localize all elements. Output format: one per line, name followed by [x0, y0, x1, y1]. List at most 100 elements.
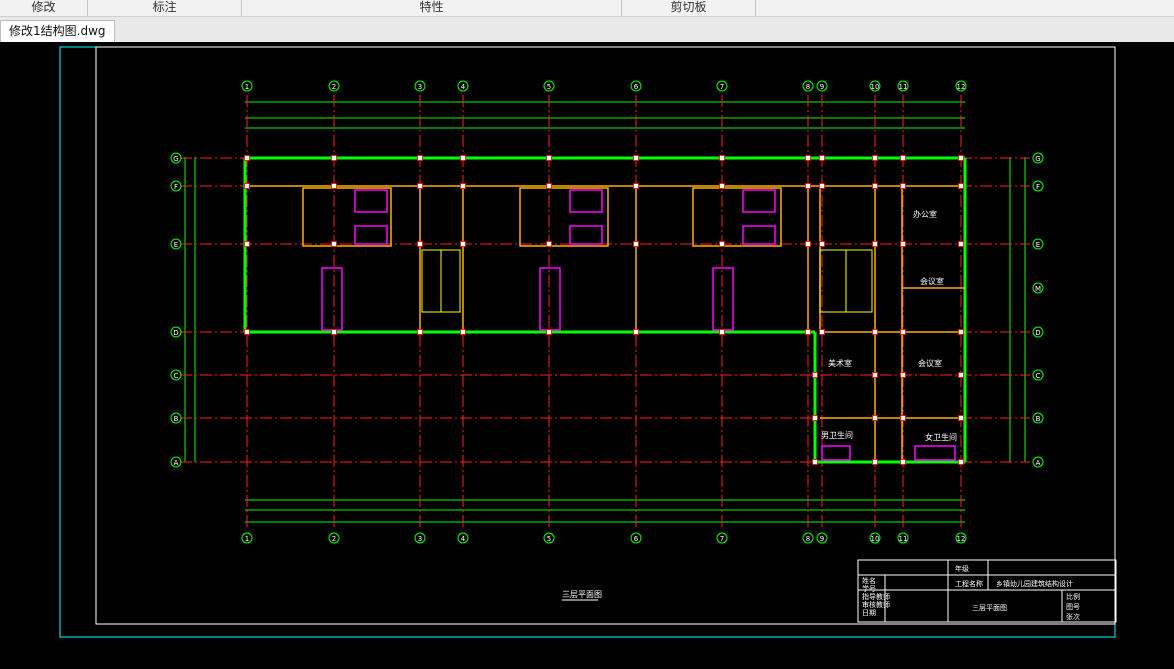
column-marker	[633, 155, 639, 161]
axis-bubble-label: 3	[418, 535, 422, 543]
axis-bubble-label: 4	[461, 535, 466, 543]
axis-bubble-label: 11	[899, 535, 908, 543]
axis-bubble-label: E	[174, 241, 178, 249]
exterior-walls	[243, 156, 967, 464]
column-marker	[417, 155, 423, 161]
ribbon-group-properties[interactable]: 特性	[242, 0, 622, 16]
column-marker	[872, 459, 878, 465]
axis-bubble-label: 1	[245, 83, 249, 91]
document-tab-bar: 修改1结构图.dwg	[0, 17, 1174, 43]
axis-bubble-label: 4	[461, 83, 466, 91]
drawing-canvas[interactable]: 1 2 3 4 5 6 7 8 9 10 11 12 1 2 3 4 5 6 7 8 9 10 11 12 GFEDCBA …	[0, 42, 1174, 665]
axis-bubble-label: G	[1035, 155, 1040, 163]
cad-drawing: 1 2 3 4 5 6 7 8 9 10 11 12 1 2 3 4 5 6 7 8 9 10 11 12 GFEDCBA …	[59, 46, 1117, 638]
ribbon-group-annotation[interactable]: 标注	[88, 0, 242, 16]
column-marker	[958, 241, 964, 247]
column-marker	[872, 155, 878, 161]
column-marker	[633, 241, 639, 247]
axis-bubble-label: 3	[418, 83, 422, 91]
axis-bubble-label: 6	[634, 83, 639, 91]
ribbon-group-clipboard[interactable]: 剪切板	[622, 0, 756, 16]
axis-bubble-label: E	[1036, 241, 1040, 249]
column-marker	[244, 155, 250, 161]
column-marker	[819, 329, 825, 335]
column-marker	[872, 241, 878, 247]
axis-bubbles-left: G F E D C B A	[170, 152, 182, 468]
column-marker	[900, 415, 906, 421]
room-label-meeting-upper: 会议室	[920, 276, 944, 286]
axis-bubble-label: 6	[634, 535, 639, 543]
axis-bubble-label: D	[1035, 329, 1040, 337]
column-marker	[812, 372, 818, 378]
axis-bubble-label: G	[173, 155, 178, 163]
column-marker	[805, 241, 811, 247]
column-marker	[958, 183, 964, 189]
title-block-text: 年级 工程名称 乡镇幼儿园建筑结构设计 三层平面图 姓名 学号 指导教师 审核教…	[862, 564, 1080, 621]
axis-bubble-label: 5	[547, 535, 551, 543]
column-marker	[546, 155, 552, 161]
axis-bubble-label: 9	[820, 535, 824, 543]
axis-bubble-label: 10	[871, 535, 880, 543]
plan-title: 三层平面图	[562, 590, 602, 599]
axis-bubble-label: 5	[547, 83, 551, 91]
axis-bubble-label: 12	[957, 83, 966, 91]
staircases	[421, 249, 873, 313]
column-marker	[805, 183, 811, 189]
axis-bubble-label: 1	[245, 535, 249, 543]
column-marker	[819, 183, 825, 189]
column-marker	[719, 183, 725, 189]
document-tab-label: 修改1结构图.dwg	[9, 24, 106, 38]
axis-bubble-label: 2	[332, 83, 336, 91]
title-block-drawing-name: 三层平面图	[972, 604, 1007, 612]
column-marker	[719, 241, 725, 247]
column-marker	[900, 329, 906, 335]
axis-bubbles-right: G F E M D C B A	[1032, 152, 1044, 468]
ribbon-group-modify[interactable]: 修改	[0, 0, 88, 16]
column-marker	[331, 241, 337, 247]
column-marker	[244, 183, 250, 189]
title-block-project-label: 工程名称	[955, 579, 983, 588]
title-block-project-name: 乡镇幼儿园建筑结构设计	[996, 579, 1073, 588]
axis-bubble-label: 2	[332, 535, 336, 543]
column-marker	[417, 329, 423, 335]
axis-bubble-label: C	[174, 372, 179, 380]
column-marker	[460, 241, 466, 247]
column-marker	[958, 459, 964, 465]
column-marker	[900, 459, 906, 465]
column-marker	[900, 155, 906, 161]
column-marker	[331, 183, 337, 189]
axis-bubbles-top: 1 2 3 4 5 6 7 8 9 10 11 12	[241, 80, 967, 92]
title-block-row: 姓名	[862, 576, 876, 585]
column-marker	[819, 155, 825, 161]
room-label-office: 办公室	[913, 209, 937, 219]
column-marker	[460, 183, 466, 189]
document-tab[interactable]: 修改1结构图.dwg	[0, 20, 115, 42]
axis-bubble-label: C	[1036, 372, 1041, 380]
axis-bubbles-bottom: 1 2 3 4 5 6 7 8 9 10 11 12	[241, 532, 967, 544]
column-marker	[819, 241, 825, 247]
title-block-year: 年级	[955, 564, 969, 573]
column-marker	[331, 329, 337, 335]
title-block-row: 图号	[1066, 603, 1080, 611]
axis-bubble-label: M	[1035, 285, 1041, 293]
title-block-row: 审核教师	[862, 600, 890, 609]
column-marker	[719, 155, 725, 161]
column-marker	[872, 415, 878, 421]
column-marker	[417, 183, 423, 189]
column-marker	[900, 183, 906, 189]
column-marker	[958, 329, 964, 335]
column-marker	[872, 372, 878, 378]
axis-bubble-label: D	[173, 329, 178, 337]
title-block-row: 比例	[1066, 592, 1080, 601]
title-block-row: 日期	[862, 609, 876, 617]
column-marker	[872, 183, 878, 189]
ribbon-panel-bar: 修改 标注 特性 剪切板	[0, 0, 1174, 17]
washroom-fixtures	[302, 187, 956, 461]
column-marker	[417, 241, 423, 247]
column-marker	[546, 241, 552, 247]
column-marker	[805, 155, 811, 161]
axis-bubble-label: F	[174, 183, 178, 191]
axis-bubble-label: A	[174, 459, 179, 467]
column-marker	[900, 241, 906, 247]
axis-bubble-label: B	[174, 415, 179, 423]
